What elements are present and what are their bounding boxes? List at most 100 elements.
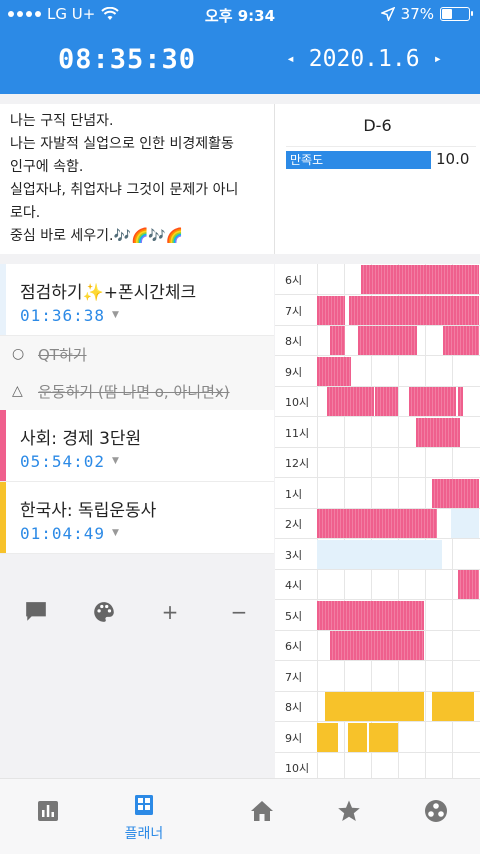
tab-favorites[interactable] [301,779,397,854]
hour-grid[interactable] [317,416,479,448]
task-item[interactable]: 사회: 경제 3단원 05:54:02 ▼ [0,410,274,482]
tab-planner[interactable]: 플래너 [96,779,192,854]
timetable[interactable]: 6시 7시 8시 9시 10시 11시 12시 1시 2시 3시 4시 5시 6시 7시 8시 9시 10시 [275,264,480,778]
add-icon[interactable]: + [158,600,182,624]
task-time: 01:04:49 [20,524,106,543]
ten-minute-cell [344,752,371,778]
hour-grid[interactable] [317,325,479,356]
task-color-strip [0,482,6,553]
ten-minute-cell [371,660,398,692]
tab-statistics[interactable] [0,779,96,854]
tab-home[interactable] [214,779,310,854]
ten-minute-cell [317,569,344,600]
hour-grid[interactable] [317,752,479,778]
hour-label: 9시 [285,731,303,745]
hour-grid[interactable] [317,355,479,387]
hour-grid[interactable] [317,294,479,326]
hour-grid[interactable] [317,477,479,509]
ten-minute-cell [398,569,425,600]
ten-minute-cell [371,355,398,387]
remove-icon[interactable]: − [227,600,251,624]
task-color-strip [0,410,6,481]
hour-grid[interactable] [317,630,479,661]
timetable-hour-row: 11시 [275,416,480,448]
study-block [443,326,479,355]
chart-icon [38,801,58,821]
satisfaction-row[interactable]: 만족도 10.0 [286,146,476,169]
chevron-down-icon[interactable]: ▼ [112,310,119,320]
chevron-down-icon[interactable]: ▼ [112,528,119,538]
home-icon [251,801,273,821]
action-bar: + − [0,586,274,636]
hour-grid[interactable] [317,386,479,417]
chevron-down-icon[interactable]: ▼ [112,456,119,466]
task-item[interactable]: 한국사: 독립운동사 01:04:49 ▼ [0,482,274,554]
star-icon [338,800,360,821]
hour-label: 1시 [285,487,303,501]
ten-minute-cell [344,416,371,448]
hour-grid[interactable] [317,569,479,600]
todo-item[interactable]: ○ QT하기 [0,336,274,373]
bottom-tab-bar: 플래너 [0,778,480,854]
ten-minute-cell [425,355,452,387]
ten-minute-cell [344,447,371,478]
tab-social[interactable] [388,779,480,854]
hour-grid[interactable] [317,691,479,722]
ten-minute-cell [398,447,425,478]
summary-section: 나는 구직 단념자. 나는 자발적 실업으로 인한 비경제활동 인구에 속함. … [0,104,480,254]
ten-minute-cell [398,660,425,692]
hour-grid[interactable] [317,264,479,295]
battery-percent: 37% [400,5,434,23]
date-navigator: ◂ 2020.1.6 ▸ [286,46,442,72]
hour-grid[interactable] [317,447,479,478]
ten-minute-cell [452,447,479,478]
study-block [329,326,345,355]
ten-minute-cell [398,752,425,778]
study-block [347,722,368,752]
ten-minute-cell [425,721,452,753]
satisfaction-label: 만족도 [290,153,324,167]
hour-grid[interactable] [317,599,479,631]
current-date[interactable]: 2020.1.6 [309,46,420,72]
ten-minute-cell [425,630,452,661]
todo-name: QT하기 [38,346,87,364]
ten-minute-cell [452,538,479,570]
task-name: 사회: 경제 3단원 [20,429,142,449]
tab-planner-label: 플래너 [124,826,164,842]
ten-minute-cell [452,599,479,631]
next-date-icon[interactable]: ▸ [434,51,442,67]
timetable-hour-row: 8시 [275,325,480,356]
task-name: 한국사: 독립운동사 [20,501,157,521]
comment-icon[interactable] [24,600,48,624]
study-block [409,387,457,416]
hour-grid[interactable] [317,508,479,539]
study-block [432,478,479,508]
hour-label: 7시 [285,304,303,318]
task-list: 점검하기✨+폰시간체크 01:36:38 ▼ ○ QT하기 △ 운동하기 (땀 … [0,264,274,554]
prev-date-icon[interactable]: ◂ [286,51,294,67]
daily-memo[interactable]: 나는 구직 단념자. 나는 자발적 실업으로 인한 비경제활동 인구에 속함. … [10,110,272,248]
ten-minute-cell [317,416,344,448]
ten-minute-cell [452,721,479,753]
study-block [432,692,475,721]
hour-grid[interactable] [317,721,479,753]
study-timer[interactable]: 08:35:30 [58,44,196,75]
timetable-hour-row: 4시 [275,569,480,600]
dday-label[interactable]: D-6 [275,116,480,135]
ten-minute-cell [317,264,344,295]
satisfaction-value: 10.0 [436,150,470,168]
satisfaction-bar: 만족도 [286,151,431,169]
ten-minute-cell [452,660,479,692]
task-color-strip [0,264,6,335]
task-time: 01:36:38 [20,306,106,325]
hour-grid[interactable] [317,660,479,692]
ten-minute-cell [425,752,452,778]
task-item[interactable]: 점검하기✨+폰시간체크 01:36:38 ▼ [0,264,274,336]
ten-minute-cell [371,477,398,509]
timetable-hour-row: 6시 [275,264,480,295]
todo-item[interactable]: △ 운동하기 (땀 나면 o, 아니면x) [0,373,274,410]
ten-minute-cell [344,569,371,600]
hour-grid[interactable] [317,538,479,570]
palette-icon[interactable] [92,600,116,624]
ten-minute-cell [425,599,452,631]
